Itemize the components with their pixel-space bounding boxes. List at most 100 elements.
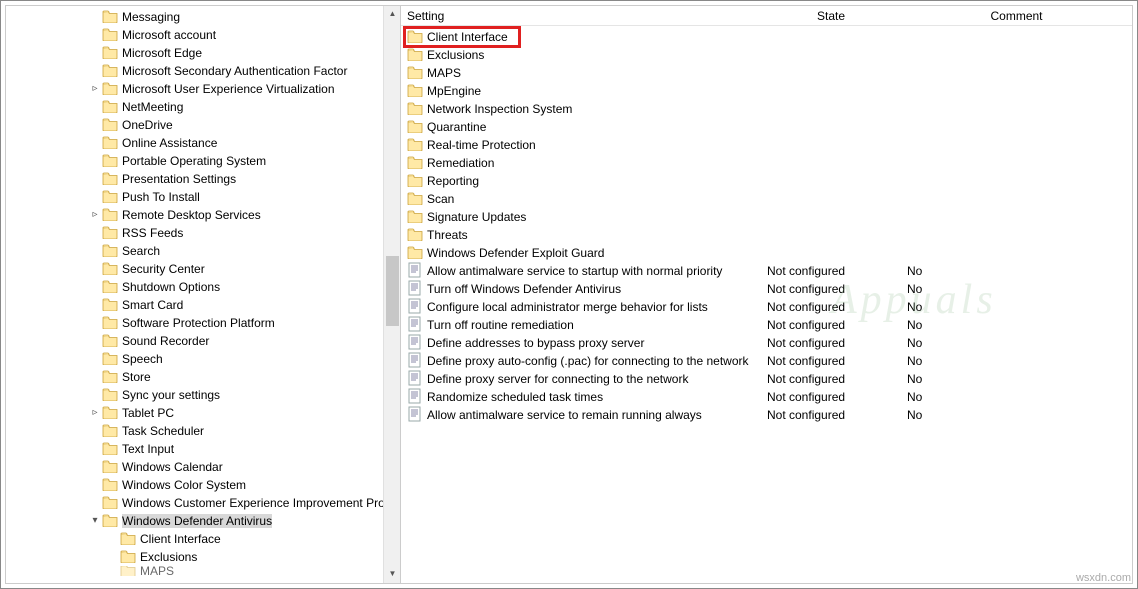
col-header-comment[interactable]: Comment [901, 9, 1132, 23]
setting-state: Not configured [761, 318, 901, 332]
list-item[interactable]: Define proxy auto-config (.pac) for conn… [401, 352, 1132, 370]
folder-icon [407, 227, 423, 244]
tree-item[interactable]: Sync your settings [6, 386, 400, 404]
tree-item[interactable]: Microsoft account [6, 26, 400, 44]
tree-item[interactable]: ▹Remote Desktop Services [6, 206, 400, 224]
folder-icon [407, 137, 423, 154]
tree-item[interactable]: ▹Tablet PC [6, 404, 400, 422]
tree-scrollbar[interactable]: ▲ ▼ [383, 6, 400, 583]
setting-comment: No [901, 354, 1132, 368]
tree[interactable]: Messaging Microsoft account Microsoft Edge… [6, 6, 400, 583]
list-item[interactable]: Reporting [401, 172, 1132, 190]
setting-name: Threats [427, 228, 468, 242]
tree-item[interactable]: Portable Operating System [6, 152, 400, 170]
tree-item[interactable]: Online Assistance [6, 134, 400, 152]
settings-list[interactable]: Client Interface Exclusions MAPS MpEngineNe… [401, 26, 1132, 424]
tree-item[interactable]: ▹Microsoft User Experience Virtualizatio… [6, 80, 400, 98]
folder-icon [102, 495, 118, 512]
tree-item[interactable]: Shutdown Options [6, 278, 400, 296]
tree-item[interactable]: RSS Feeds [6, 224, 400, 242]
tree-item[interactable]: Microsoft Edge [6, 44, 400, 62]
tree-item[interactable]: OneDrive [6, 116, 400, 134]
setting-name: Client Interface [427, 30, 508, 44]
list-item[interactable]: Remediation [401, 154, 1132, 172]
list-item[interactable]: Client Interface [401, 28, 1132, 46]
folder-icon [102, 27, 118, 44]
list-item[interactable]: Windows Defender Exploit Guard [401, 244, 1132, 262]
tree-item-label: Windows Color System [122, 478, 246, 492]
list-item[interactable]: Threats [401, 226, 1132, 244]
tree-item[interactable]: Text Input [6, 440, 400, 458]
list-item[interactable]: MAPS [401, 64, 1132, 82]
list-item[interactable]: Exclusions [401, 46, 1132, 64]
tree-item[interactable]: Microsoft Secondary Authentication Facto… [6, 62, 400, 80]
policy-icon [407, 334, 423, 353]
folder-icon [102, 297, 118, 314]
tree-item[interactable]: Store [6, 368, 400, 386]
tree-item-label: Shutdown Options [122, 280, 220, 294]
list-item[interactable]: Allow antimalware service to startup wit… [401, 262, 1132, 280]
setting-name: Configure local administrator merge beha… [427, 300, 708, 314]
folder-icon [102, 171, 118, 188]
list-item[interactable]: Network Inspection System [401, 100, 1132, 118]
tree-item[interactable]: Search [6, 242, 400, 260]
setting-state: Not configured [761, 336, 901, 350]
folder-icon [407, 245, 423, 262]
setting-name: Allow antimalware service to remain runn… [427, 408, 702, 422]
tree-item-label: Speech [122, 352, 163, 366]
tree-item-label: Microsoft Edge [122, 46, 202, 60]
list-item[interactable]: Signature Updates [401, 208, 1132, 226]
tree-item[interactable]: Messaging [6, 8, 400, 26]
tree-item[interactable]: Presentation Settings [6, 170, 400, 188]
list-item[interactable]: Randomize scheduled task timesNot config… [401, 388, 1132, 406]
tree-item[interactable]: Push To Install [6, 188, 400, 206]
list-item[interactable]: Define addresses to bypass proxy serverN… [401, 334, 1132, 352]
scroll-down-icon[interactable]: ▼ [384, 566, 401, 583]
list-item[interactable]: MpEngine [401, 82, 1132, 100]
list-item[interactable]: Scan [401, 190, 1132, 208]
tree-item[interactable]: Security Center [6, 260, 400, 278]
policy-icon [407, 406, 423, 425]
tree-item[interactable]: Speech [6, 350, 400, 368]
tree-item-label: Windows Customer Experience Improvement … [122, 496, 391, 510]
setting-name: MAPS [427, 66, 461, 80]
tree-item[interactable]: MAPS [6, 566, 400, 576]
setting-name: Signature Updates [427, 210, 526, 224]
folder-icon [407, 155, 423, 172]
tree-item[interactable]: Task Scheduler [6, 422, 400, 440]
folder-icon [120, 549, 136, 566]
folder-icon [102, 81, 118, 98]
setting-state: Not configured [761, 300, 901, 314]
scroll-thumb[interactable] [386, 256, 399, 326]
list-item[interactable]: Turn off Windows Defender AntivirusNot c… [401, 280, 1132, 298]
tree-item[interactable]: Exclusions [6, 548, 400, 566]
list-item[interactable]: Real-time Protection [401, 136, 1132, 154]
chevron-right-icon[interactable]: ▹ [88, 208, 102, 222]
list-item[interactable]: Allow antimalware service to remain runn… [401, 406, 1132, 424]
tree-item[interactable]: Software Protection Platform [6, 314, 400, 332]
setting-name: Quarantine [427, 120, 486, 134]
tree-item[interactable]: Windows Calendar [6, 458, 400, 476]
tree-item[interactable]: NetMeeting [6, 98, 400, 116]
tree-pane: Messaging Microsoft account Microsoft Edge… [6, 6, 401, 583]
column-headers[interactable]: Setting State Comment [401, 6, 1132, 26]
tree-item-label: Microsoft account [122, 28, 216, 42]
list-item[interactable]: Turn off routine remediationNot configur… [401, 316, 1132, 334]
col-header-state[interactable]: State [761, 9, 901, 23]
chevron-right-icon[interactable]: ▹ [88, 82, 102, 96]
settings-pane: Setting State Comment Client Interface Ex… [401, 6, 1132, 583]
tree-item[interactable]: Client Interface [6, 530, 400, 548]
chevron-down-icon[interactable]: ▾ [88, 514, 102, 528]
tree-item[interactable]: Windows Customer Experience Improvement … [6, 494, 400, 512]
scroll-up-icon[interactable]: ▲ [384, 6, 401, 23]
col-header-setting[interactable]: Setting [401, 9, 761, 23]
tree-item[interactable]: Smart Card [6, 296, 400, 314]
setting-comment: No [901, 264, 1132, 278]
list-item[interactable]: Define proxy server for connecting to th… [401, 370, 1132, 388]
list-item[interactable]: Quarantine [401, 118, 1132, 136]
tree-item[interactable]: Sound Recorder [6, 332, 400, 350]
list-item[interactable]: Configure local administrator merge beha… [401, 298, 1132, 316]
tree-item[interactable]: Windows Color System [6, 476, 400, 494]
chevron-right-icon[interactable]: ▹ [88, 406, 102, 420]
tree-item[interactable]: ▾Windows Defender Antivirus [6, 512, 400, 530]
